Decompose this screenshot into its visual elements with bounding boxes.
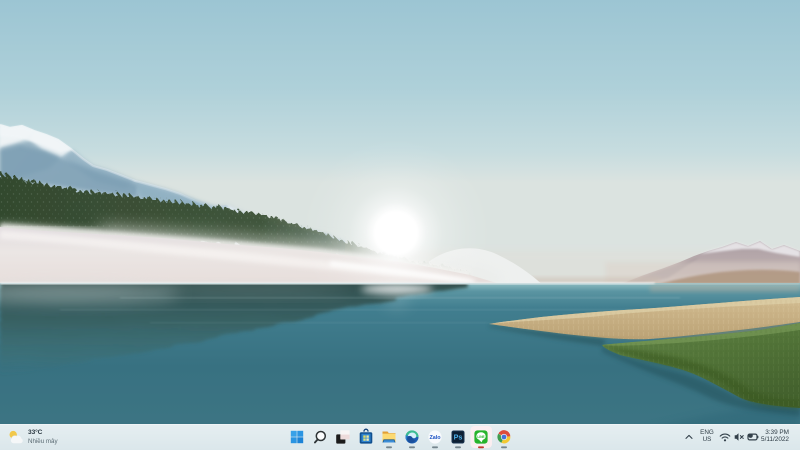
svg-text:LINE: LINE bbox=[477, 435, 484, 439]
svg-text:Ps: Ps bbox=[454, 433, 463, 442]
svg-text:Zalo: Zalo bbox=[429, 435, 441, 441]
